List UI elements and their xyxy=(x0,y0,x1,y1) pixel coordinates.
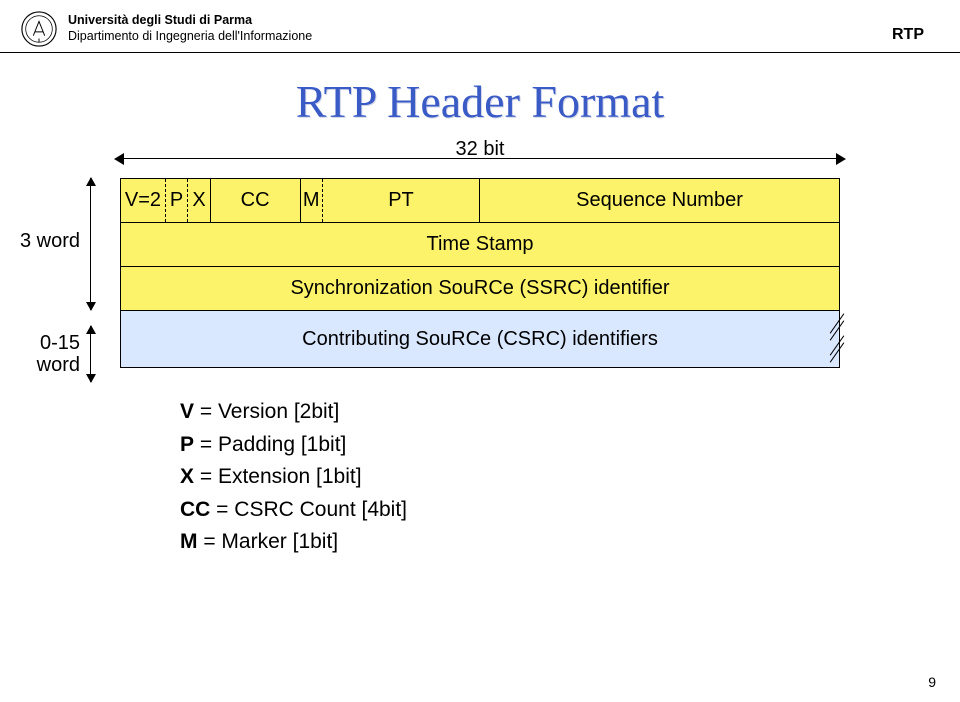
field-ssrc: Synchronization SouRCe (SSRC) identifier xyxy=(121,267,839,310)
field-sequence-number: Sequence Number xyxy=(480,179,839,222)
field-csrc: Contributing SouRCe (CSRC) identifiers xyxy=(121,311,839,367)
legend: V = Version [2bit] P = Padding [1bit] X … xyxy=(180,396,840,559)
field-csrc-count: CC xyxy=(211,179,301,222)
legend-row: X = Extension [1bit] xyxy=(180,461,840,494)
university-seal-icon xyxy=(20,10,58,48)
legend-row: CC = CSRC Count [4bit] xyxy=(180,494,840,527)
legend-row: P = Padding [1bit] xyxy=(180,429,840,462)
university-text: Università degli Studi di Parma Dipartim… xyxy=(68,13,312,44)
field-padding: P xyxy=(166,179,188,222)
field-payload-type: PT xyxy=(323,179,480,222)
width-arrow xyxy=(116,158,844,159)
field-version: V=2 xyxy=(121,179,166,222)
side-label-0-15: 0-15 word xyxy=(10,332,80,376)
legend-row: M = Marker [1bit] xyxy=(180,526,840,559)
page-number: 9 xyxy=(928,674,936,690)
department-name: Dipartimento di Ingegneria dell'Informaz… xyxy=(68,29,312,45)
side-label-3word: 3 word xyxy=(10,230,80,252)
field-timestamp: Time Stamp xyxy=(121,223,839,266)
field-extension: X xyxy=(188,179,210,222)
header-left: Università degli Studi di Parma Dipartim… xyxy=(20,10,312,48)
height-arrow-fixed xyxy=(90,178,91,310)
packet-table: V=2 P X CC M PT Sequence Number Time Sta… xyxy=(120,178,840,368)
packet-row-1: Time Stamp xyxy=(121,223,839,267)
packet-diagram: 32 bit 3 word 0-15 word V=2 P X CC M PT … xyxy=(120,178,840,559)
packet-row-csrc: Contributing SouRCe (CSRC) identifiers xyxy=(121,311,839,367)
university-name: Università degli Studi di Parma xyxy=(68,13,312,29)
height-arrow-csrc xyxy=(90,326,91,382)
field-marker: M xyxy=(301,179,323,222)
header-topic: RTP xyxy=(892,26,924,48)
page-header: Università degli Studi di Parma Dipartim… xyxy=(0,0,960,53)
packet-row-2: Synchronization SouRCe (SSRC) identifier xyxy=(121,267,839,311)
packet-row-0: V=2 P X CC M PT Sequence Number xyxy=(121,179,839,223)
slide-title: RTP Header Format xyxy=(0,75,960,128)
legend-row: V = Version [2bit] xyxy=(180,396,840,429)
